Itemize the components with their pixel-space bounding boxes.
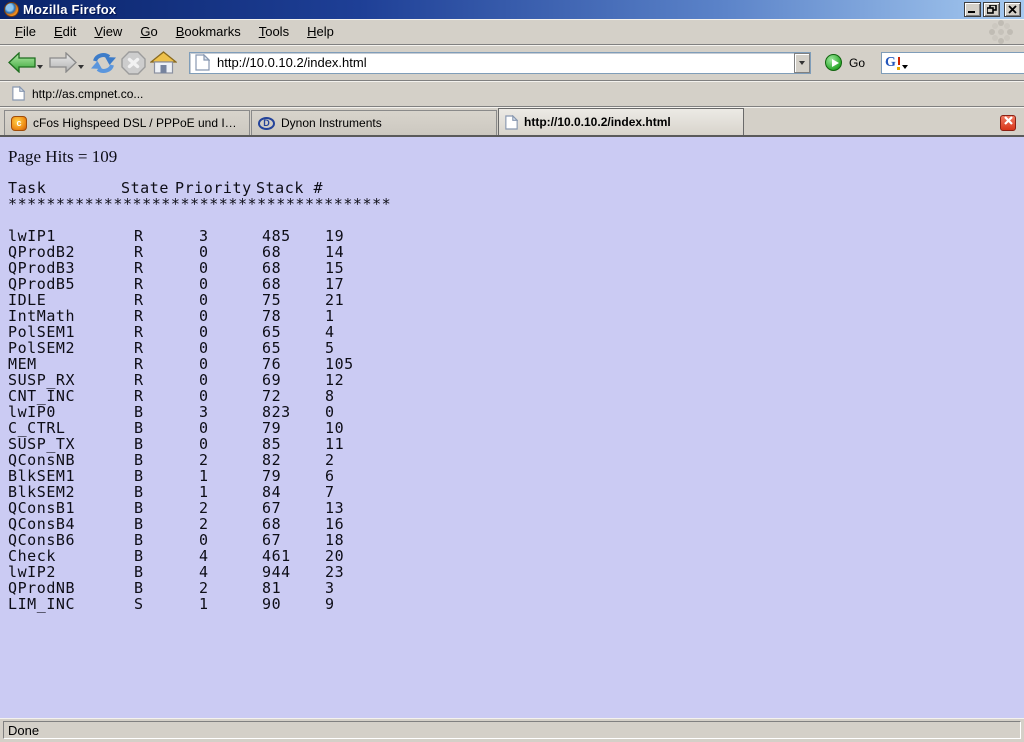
table-row: QConsNBB2822: [0, 452, 1024, 468]
restore-icon: [987, 5, 997, 14]
table-row: lwIP1R348519: [0, 228, 1024, 244]
bookmark-label: http://as.cmpnet.co...: [32, 87, 143, 101]
menu-bookmarks[interactable]: Bookmarks: [167, 21, 250, 42]
table-row: lwIP2B494423: [0, 564, 1024, 580]
close-icon: [1008, 5, 1017, 14]
table-row: PolSEM1R0654: [0, 324, 1024, 340]
stop-button[interactable]: [119, 49, 148, 77]
home-button[interactable]: [148, 49, 179, 76]
window-title: Mozilla Firefox: [23, 2, 964, 17]
tab-dynon[interactable]: D Dynon Instruments: [251, 110, 497, 135]
table-row: MEMR076105: [0, 356, 1024, 372]
table-row: SUSP_TXB08511: [0, 436, 1024, 452]
back-dropdown-icon[interactable]: [37, 65, 43, 69]
forward-arrow-icon: [49, 52, 77, 73]
go-label: Go: [849, 56, 865, 70]
table-row: BlkSEM1B1796: [0, 468, 1024, 484]
bookmarks-toolbar: http://as.cmpnet.co...: [0, 81, 1024, 107]
tab-label: http://10.0.10.2/index.html: [524, 115, 671, 129]
home-icon: [150, 51, 177, 74]
page-icon: [505, 115, 518, 130]
minimize-button[interactable]: [964, 2, 981, 17]
bookmark-item[interactable]: http://as.cmpnet.co...: [8, 84, 147, 103]
table-row: QProdB3R06815: [0, 260, 1024, 276]
table-row: BlkSEM2B1847: [0, 484, 1024, 500]
menu-help[interactable]: Help: [298, 21, 343, 42]
close-button[interactable]: [1004, 2, 1021, 17]
firefox-window: { "window": { "title": "Mozilla Firefox"…: [0, 0, 1024, 742]
close-icon: [1004, 116, 1013, 125]
close-tab-button[interactable]: [1000, 115, 1016, 131]
tab-label: Dynon Instruments: [281, 116, 382, 130]
url-dropdown-button[interactable]: [794, 53, 810, 73]
table-row: QProdB2R06814: [0, 244, 1024, 260]
reload-icon: [90, 51, 117, 75]
status-text: Done: [3, 721, 1021, 739]
table-row: QConsB6B06718: [0, 532, 1024, 548]
search-bar: G: [881, 52, 1024, 74]
throbber-icon: [998, 29, 1004, 35]
forward-button[interactable]: [47, 50, 88, 75]
table-row: LIM_INCS1909: [0, 596, 1024, 612]
table-row: lwIP0B38230: [0, 404, 1024, 420]
page-hits-text: Page Hits = 109: [0, 137, 1024, 168]
header-priority: Priority: [175, 180, 252, 196]
table-divider: ****************************************: [0, 196, 1024, 212]
table-row: SUSP_RXR06912: [0, 372, 1024, 388]
page-icon: [12, 86, 25, 101]
task-rows: lwIP1R348519QProdB2R06814QProdB3R06815QP…: [0, 228, 1024, 612]
url-input[interactable]: [215, 54, 794, 72]
search-input[interactable]: [908, 54, 1024, 72]
header-state: State: [121, 180, 169, 196]
header-task: Task: [8, 180, 46, 196]
menu-file[interactable]: File: [6, 21, 45, 42]
table-row: PolSEM2R0655: [0, 340, 1024, 356]
reload-button[interactable]: [88, 49, 119, 77]
cfos-favicon-icon: c: [11, 116, 27, 131]
table-row: C_CTRLB07910: [0, 420, 1024, 436]
tab-index-html[interactable]: http://10.0.10.2/index.html: [498, 108, 744, 135]
chevron-down-icon: [799, 61, 805, 65]
tab-bar: c cFos Highspeed DSL / PPPoE und ISDN CA…: [0, 107, 1024, 137]
restore-button[interactable]: [983, 2, 1000, 17]
dynon-favicon-icon: D: [258, 117, 275, 130]
menu-go[interactable]: Go: [131, 21, 166, 42]
url-bar: [189, 52, 811, 74]
table-row: QProdNBB2813: [0, 580, 1024, 596]
table-row: CNT_INCR0728: [0, 388, 1024, 404]
firefox-logo-icon: [4, 2, 19, 17]
minimize-icon: [968, 5, 977, 14]
go-button[interactable]: Go: [823, 52, 871, 73]
tab-label: cFos Highspeed DSL / PPPoE und ISDN CAP.…: [33, 116, 243, 130]
forward-dropdown-icon[interactable]: [78, 65, 84, 69]
window-controls: [964, 2, 1021, 17]
page-icon: [195, 54, 210, 71]
navigation-toolbar: Go G: [0, 45, 1024, 81]
table-row: QConsB4B26816: [0, 516, 1024, 532]
table-row: CheckB446120: [0, 548, 1024, 564]
back-arrow-icon: [8, 52, 36, 73]
menu-tools[interactable]: Tools: [250, 21, 298, 42]
task-table: Task State Priority Stack # ************…: [0, 180, 1024, 612]
menu-view[interactable]: View: [85, 21, 131, 42]
menu-edit[interactable]: Edit: [45, 21, 85, 42]
table-row: IntMathR0781: [0, 308, 1024, 324]
go-icon: [825, 54, 842, 71]
status-bar: Done: [0, 718, 1024, 742]
page-content: Page Hits = 109 Task State Priority Stac…: [0, 137, 1024, 718]
table-header-row: Task State Priority Stack #: [0, 180, 1024, 196]
title-bar: Mozilla Firefox: [0, 0, 1024, 19]
tab-cfos[interactable]: c cFos Highspeed DSL / PPPoE und ISDN CA…: [4, 110, 250, 135]
back-button[interactable]: [6, 50, 47, 75]
stop-icon: [121, 51, 146, 75]
header-stack: Stack #: [256, 180, 323, 196]
table-row: QConsB1B26713: [0, 500, 1024, 516]
menu-bar: File Edit View Go Bookmarks Tools Help: [0, 19, 1024, 45]
table-row: QProdB5R06817: [0, 276, 1024, 292]
table-row: IDLER07521: [0, 292, 1024, 308]
google-icon[interactable]: G: [885, 55, 901, 71]
